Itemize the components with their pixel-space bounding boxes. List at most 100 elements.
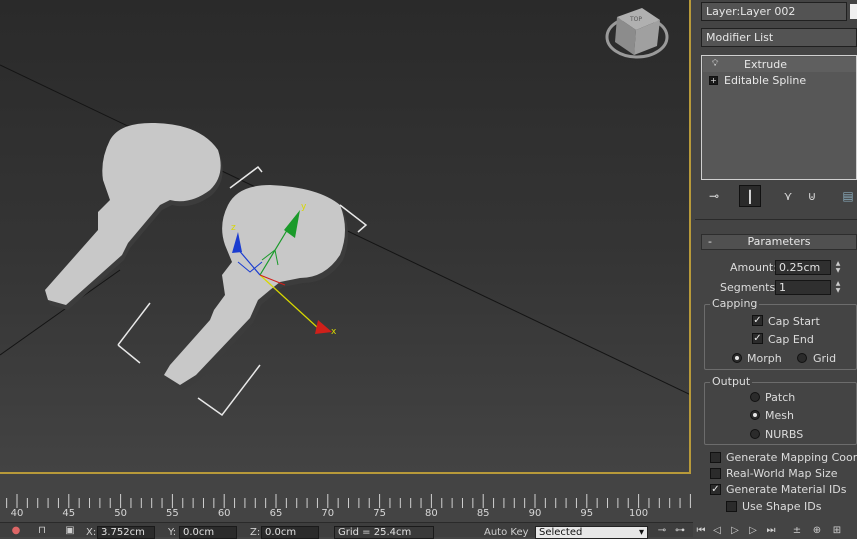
cap-start-label: Cap Start [768,315,820,328]
track-tick-label: 100 [629,508,649,519]
x-coord-field[interactable]: 3.752cm [97,526,155,539]
axis-label-y: y [301,202,307,212]
track-bar[interactable]: 40 45 50 55 60 65 70 75 80 85 90 95 100 [0,476,693,522]
track-tick-label: 70 [321,508,335,519]
key-filters-icon[interactable]: ⊶ [674,525,686,537]
z-coord-label: Z: [250,527,261,538]
track-tick-label: 85 [476,508,490,519]
nurbs-radio[interactable] [750,429,760,439]
patch-radio[interactable] [750,392,760,402]
padlock-icon[interactable]: ⊓ [36,525,48,537]
zoom-extents-icon[interactable]: ⊞ [831,525,843,537]
track-tick-label: 50 [114,508,127,519]
viewcube[interactable]: TOP [605,8,669,59]
make-unique-icon[interactable]: ⋎ [777,185,799,207]
absolute-mode-icon[interactable]: ▣ [64,525,76,537]
cap-end-label: Cap End [768,333,814,346]
real-world-checkbox[interactable] [710,468,721,479]
parameters-title: Parameters [747,235,811,248]
track-tick-label: 45 [62,508,76,519]
selection-set-dropdown[interactable]: Selected ▾ [535,526,648,539]
object-color-swatch[interactable] [850,4,857,19]
play-icon[interactable]: ▷ [729,525,741,537]
axis-label-z: z [231,223,236,233]
stack-item-editable-spline[interactable]: + Editable Spline [703,73,856,88]
set-key-icon[interactable]: ⊸ [656,525,668,537]
segments-label: Segments: [720,281,779,294]
lightbulb-icon[interactable]: 💡︎ [712,57,718,72]
chevron-down-icon: ▾ [638,527,644,538]
capping-title: Capping [710,297,760,310]
lock-selection-icon[interactable]: ● [10,525,22,537]
track-tick-label: 90 [528,508,542,519]
x-arrow-head [315,320,332,334]
selection-set-value: Selected [539,527,583,538]
key-object-1[interactable] [45,122,223,310]
morph-radio[interactable] [732,353,742,363]
command-panel: Layer:Layer 002 Modifier List 💡︎ Extrude… [695,0,857,537]
modifier-list-dropdown[interactable]: Modifier List [701,28,857,47]
panel-divider [695,219,857,220]
mesh-label: Mesh [765,409,794,422]
gen-material-label: Generate Material IDs [726,483,847,496]
segments-spinner-icon[interactable]: ▲ ▼ [833,280,843,295]
use-shape-checkbox[interactable] [726,501,737,512]
track-tick-label: 60 [217,508,231,519]
next-frame-icon[interactable]: ▷ [747,525,759,537]
parameters-rollout-header[interactable]: - Parameters [701,234,857,250]
y-coord-label: Y: [168,527,177,538]
perspective-viewport[interactable]: x y z TOP [0,0,691,474]
zoom-all-icon[interactable]: ⊕ [811,525,823,537]
prev-frame-icon[interactable]: ◁ [711,525,723,537]
gen-mapping-label: Generate Mapping Coords. [726,451,857,464]
modifier-list-label: Modifier List [706,31,774,44]
morph-label: Morph [747,352,782,365]
patch-label: Patch [765,391,796,404]
track-tick-label: 80 [425,508,438,519]
mesh-radio[interactable] [750,410,760,420]
cap-start-checkbox[interactable]: ✓ [752,315,763,326]
stack-item-label: Editable Spline [724,74,807,87]
z-coord-field[interactable]: 0.0cm [261,526,319,539]
modifier-stack[interactable]: 💡︎ Extrude + Editable Spline [701,55,857,180]
gen-mapping-checkbox[interactable] [710,452,721,463]
output-title: Output [710,375,753,388]
pin-stack-icon[interactable]: ⊸ [703,185,725,207]
stack-item-label: Extrude [744,58,788,71]
go-end-icon[interactable]: ⏭ [765,525,777,537]
track-tick-label: 65 [269,508,283,519]
collapse-icon: - [708,235,712,248]
real-world-label: Real-World Map Size [726,467,838,480]
gen-material-checkbox[interactable]: ✓ [710,484,721,495]
amount-input[interactable]: 0.25cm [775,260,831,275]
x-coord-label: X: [86,527,97,538]
segments-input[interactable]: 1 [775,280,831,295]
show-end-result-icon[interactable]: ┃ [739,185,761,207]
use-shape-label: Use Shape IDs [742,500,822,513]
viewcube-label: TOP [629,16,642,23]
track-tick-label: 55 [166,508,179,519]
zoom-icon[interactable]: ± [791,525,803,537]
go-start-icon[interactable]: ⏮ [695,525,707,537]
grid-radio[interactable] [797,353,807,363]
track-tick-label: 75 [373,508,386,519]
axis-label-x: x [331,327,337,337]
cap-end-checkbox[interactable]: ✓ [752,333,763,344]
nurbs-label: NURBS [765,428,804,441]
y-coord-field[interactable]: 0.0cm [179,526,237,539]
track-bar-ticks [6,494,691,508]
remove-modifier-icon[interactable]: ⊍ [801,185,823,207]
auto-key-button[interactable]: Auto Key [484,527,529,538]
stack-item-extrude[interactable]: 💡︎ Extrude [703,57,856,72]
configure-sets-icon[interactable]: ▤ [837,185,857,207]
track-tick-label: 95 [580,508,594,519]
amount-spinner-icon[interactable]: ▲ ▼ [833,260,843,275]
layer-field[interactable]: Layer:Layer 002 [701,2,847,21]
grid-label: Grid [813,352,837,365]
track-tick-label: 40 [10,508,24,519]
plus-icon[interactable]: + [709,76,718,85]
grid-readout: Grid = 25.4cm [334,526,434,539]
amount-label: Amount: [730,261,777,274]
status-bar: ● ⊓ ▣ X: 3.752cm Y: 0.0cm Z: 0.0cm Grid … [0,522,693,539]
viewport-scene: x y z TOP [0,8,689,417]
